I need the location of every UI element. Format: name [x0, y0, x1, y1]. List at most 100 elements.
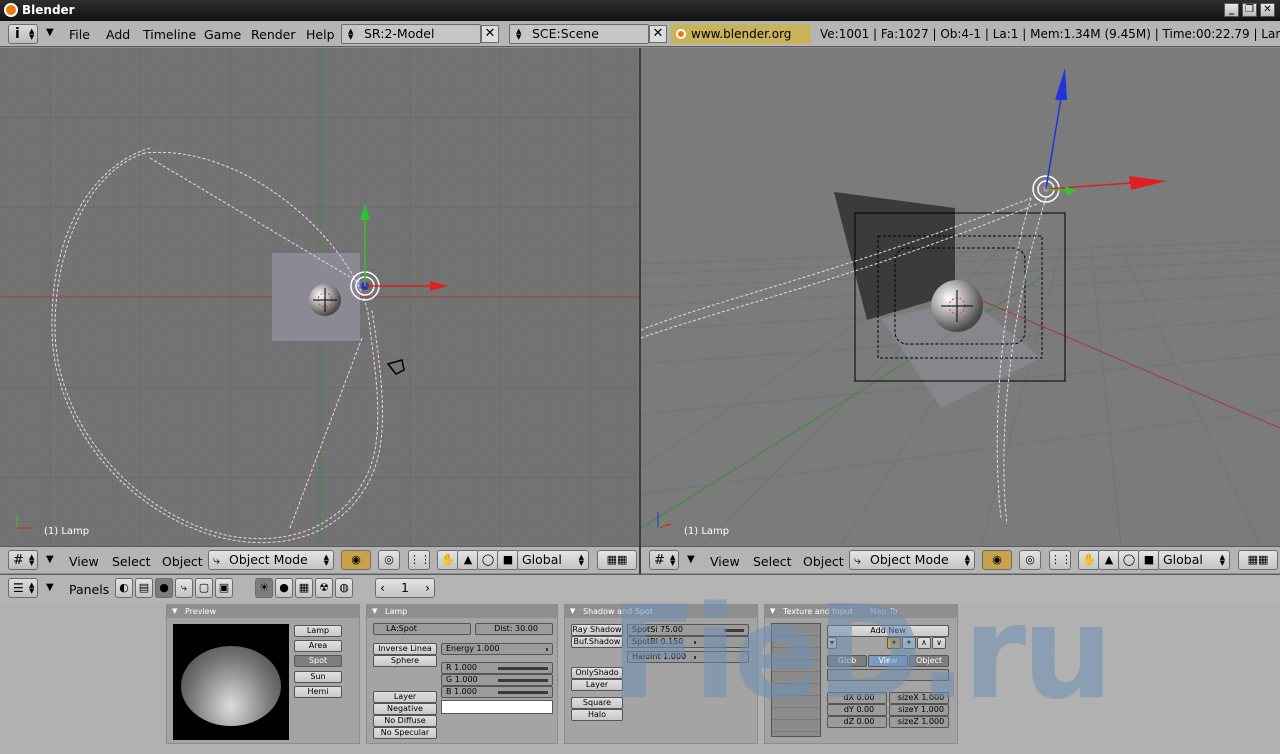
pivot-button[interactable]: ◎	[378, 550, 400, 570]
no-specular-toggle[interactable]: No Specular	[373, 727, 437, 739]
ray-shadow-toggle[interactable]: Ray Shadow	[571, 624, 623, 636]
minimize-button[interactable]: _	[1224, 3, 1239, 17]
menu-game[interactable]: Game	[204, 27, 241, 42]
buf-shadow-toggle[interactable]: Buf.Shadow	[571, 636, 623, 648]
energy-slider[interactable]: Energy 1.000	[441, 643, 553, 655]
collapse-menu-icon[interactable]: ▼	[46, 27, 54, 38]
layers-grid-icon[interactable]: ▦▦	[1238, 550, 1278, 570]
transform-manipulator[interactable]	[1045, 68, 1167, 196]
menu-add[interactable]: Add	[106, 27, 130, 42]
viewport-left[interactable]: (1) Lamp	[0, 48, 639, 546]
texture-icon[interactable]: ✦	[887, 637, 901, 649]
scale-icon[interactable]: ■	[497, 550, 519, 570]
frame-number-field[interactable]: ‹ 1 ›	[375, 578, 435, 598]
sizey-field[interactable]: sizeY 1.000	[889, 704, 949, 716]
texture-buttons-icon[interactable]: ▦	[295, 578, 313, 598]
move-down-icon[interactable]: ∨	[932, 637, 946, 649]
shading-context-icon[interactable]: ●	[155, 578, 173, 598]
dx-field[interactable]: dX 0.00	[827, 692, 887, 704]
menu-help[interactable]: Help	[306, 27, 335, 42]
lamp-buttons-icon[interactable]: ☀	[255, 578, 273, 598]
rotate-icon[interactable]: ◯	[1118, 550, 1140, 570]
inverse-linear-toggle[interactable]: Inverse Linea	[373, 643, 437, 655]
panel-title[interactable]: Lamp	[367, 605, 557, 618]
menu-timeline[interactable]: Timeline	[143, 27, 196, 42]
delete-scene-button[interactable]: ✕	[649, 25, 667, 43]
orientation-selector[interactable]: Global ▲ ▼	[517, 550, 589, 570]
layer-toggle[interactable]: Layer	[373, 691, 437, 703]
menu-panels[interactable]: Panels	[69, 582, 109, 597]
mode-selector[interactable]: ⤷ Object Mode ▲ ▼	[208, 550, 334, 570]
menu-select[interactable]: Select	[112, 554, 151, 569]
script-context-icon[interactable]: ▤	[135, 578, 153, 598]
increment-icon[interactable]: ›	[425, 579, 430, 597]
viewport-right[interactable]: (1) Lamp	[641, 48, 1280, 546]
green-slider[interactable]: G 1.000	[441, 674, 553, 686]
maximize-button[interactable]: ❐	[1242, 3, 1257, 17]
window-type-button[interactable]: i ▲ ▼	[8, 24, 38, 44]
pivot-button[interactable]: ◎	[1019, 550, 1041, 570]
shadow-layer-toggle[interactable]: Layer	[571, 679, 623, 691]
collapse-menu-icon[interactable]: ▼	[687, 554, 695, 565]
window-type-button[interactable]: ☰ ▲ ▼	[8, 578, 38, 598]
world-buttons-icon[interactable]: ◍	[335, 578, 353, 598]
scale-icon[interactable]: ■	[1138, 550, 1160, 570]
menu-object[interactable]: Object	[162, 554, 203, 569]
tab-texture-input[interactable]: Texture and Input	[783, 607, 853, 616]
delete-screen-button[interactable]: ✕	[481, 25, 499, 43]
object-context-icon[interactable]: ⤷	[175, 578, 193, 598]
manipulator-hand-icon[interactable]: ✋	[1078, 550, 1100, 570]
layers-grid-icon[interactable]: ▦▦	[597, 550, 637, 570]
snap-button[interactable]: ⋮⋮	[408, 550, 431, 570]
menu-object[interactable]: Object	[803, 554, 844, 569]
panel-title[interactable]: Shadow and Spot	[565, 605, 757, 618]
collapse-menu-icon[interactable]: ▼	[46, 582, 54, 593]
halo-toggle[interactable]: Halo	[571, 709, 623, 721]
texture-browse-button[interactable]: ▾	[827, 637, 837, 649]
rotate-icon[interactable]: ◯	[477, 550, 499, 570]
translate-icon[interactable]: ▲	[457, 550, 479, 570]
orientation-selector[interactable]: Global ▲ ▼	[1158, 550, 1230, 570]
sphere-toggle[interactable]: Sphere	[373, 655, 437, 667]
halo-intensity-slider[interactable]: HaloInt 1.000	[627, 651, 749, 663]
material-buttons-icon[interactable]: ●	[275, 578, 293, 598]
radiosity-buttons-icon[interactable]: ☢	[315, 578, 333, 598]
lamp-name-field[interactable]: LA:Spot	[373, 623, 471, 635]
lamp-type-spot[interactable]: Spot	[294, 655, 342, 667]
square-toggle[interactable]: Square	[571, 697, 623, 709]
texture-fav-icon[interactable]: ✦	[902, 637, 916, 649]
negative-toggle[interactable]: Negative	[373, 703, 437, 715]
blue-slider[interactable]: B 1.000	[441, 686, 553, 698]
object-name-field[interactable]	[827, 669, 949, 681]
logic-context-icon[interactable]: ◐	[115, 578, 133, 598]
lamp-type-hemi[interactable]: Hemi	[294, 686, 342, 698]
snap-button[interactable]: ⋮⋮	[1049, 550, 1072, 570]
spot-blend-slider[interactable]: SpotBl 0.150	[627, 636, 749, 648]
scene-selector[interactable]: ▲ ▼ SCE:Scene	[509, 24, 649, 44]
close-button[interactable]: ✕	[1260, 3, 1275, 17]
draw-type-button[interactable]: ◉	[982, 550, 1012, 570]
collapse-menu-icon[interactable]: ▼	[46, 554, 54, 565]
screen-selector[interactable]: ▲ ▼ SR:2-Model	[341, 24, 481, 44]
no-diffuse-toggle[interactable]: No Diffuse	[373, 715, 437, 727]
color-swatch[interactable]	[441, 700, 553, 714]
texture-channel-list[interactable]	[771, 623, 821, 737]
decrement-icon[interactable]: ‹	[380, 579, 385, 597]
tab-map-to[interactable]: Map To	[870, 607, 898, 616]
panel-title[interactable]: Preview	[167, 605, 359, 618]
spot-size-slider[interactable]: SpotSi 75.00	[627, 624, 749, 636]
move-up-icon[interactable]: ∧	[917, 637, 931, 649]
red-slider[interactable]: R 1.000	[441, 662, 553, 674]
dist-field[interactable]: Dist: 30.00	[475, 623, 553, 635]
menu-view[interactable]: View	[69, 554, 99, 569]
menu-select[interactable]: Select	[753, 554, 792, 569]
dz-field[interactable]: dZ 0.00	[827, 716, 887, 728]
menu-view[interactable]: View	[710, 554, 740, 569]
sizez-field[interactable]: sizeZ 1.000	[889, 716, 949, 728]
viewport-left-canvas[interactable]	[0, 48, 639, 546]
mode-selector[interactable]: ⤷ Object Mode ▲ ▼	[849, 550, 975, 570]
blender-url-badge[interactable]: www.blender.org 248	[671, 24, 811, 61]
coord-view-toggle[interactable]: View	[868, 655, 908, 667]
translate-icon[interactable]: ▲	[1098, 550, 1120, 570]
lamp-type-area[interactable]: Area	[294, 640, 342, 652]
